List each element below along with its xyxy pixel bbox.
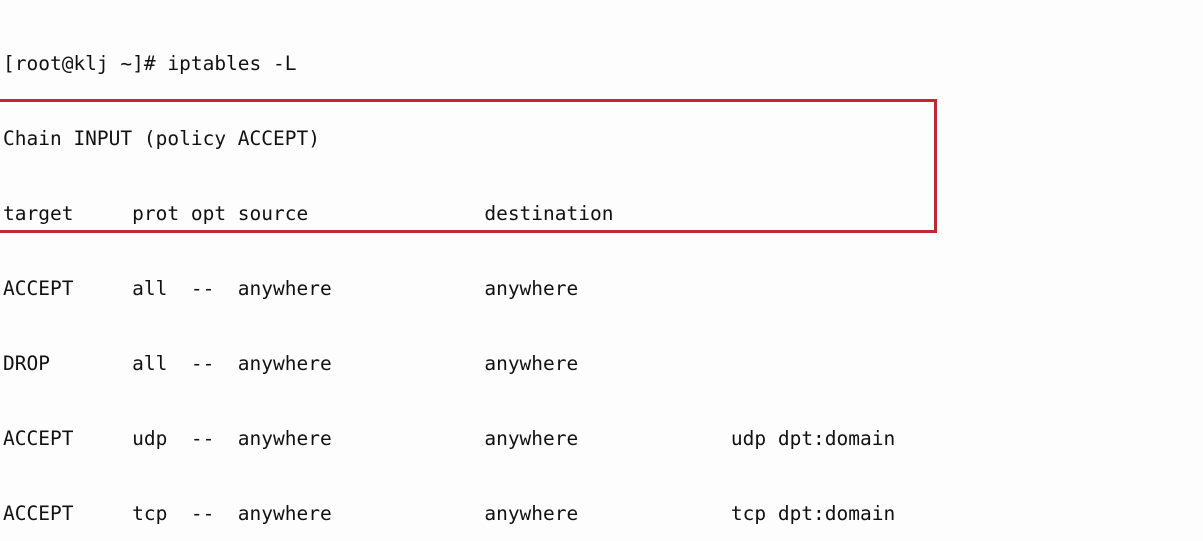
terminal-line-chain-input-header: Chain INPUT (policy ACCEPT) — [3, 127, 320, 150]
terminal-line-input-rule-1: ACCEPT all -- anywhere anywhere — [3, 277, 579, 300]
terminal-output: [root@klj ~]# iptables -L Chain INPUT (p… — [3, 1, 1118, 541]
terminal-line-input-rule-2: DROP all -- anywhere anywhere — [3, 352, 579, 375]
terminal-line-command: [root@klj ~]# iptables -L — [3, 52, 297, 75]
terminal-line-input-columns: target prot opt source destination — [3, 202, 614, 225]
terminal-line-input-rule-4: ACCEPT tcp -- anywhere anywhere tcp dpt:… — [3, 502, 896, 525]
terminal-window[interactable]: [root@klj ~]# iptables -L Chain INPUT (p… — [0, 0, 1203, 541]
terminal-line-input-rule-3: ACCEPT udp -- anywhere anywhere udp dpt:… — [3, 427, 896, 450]
